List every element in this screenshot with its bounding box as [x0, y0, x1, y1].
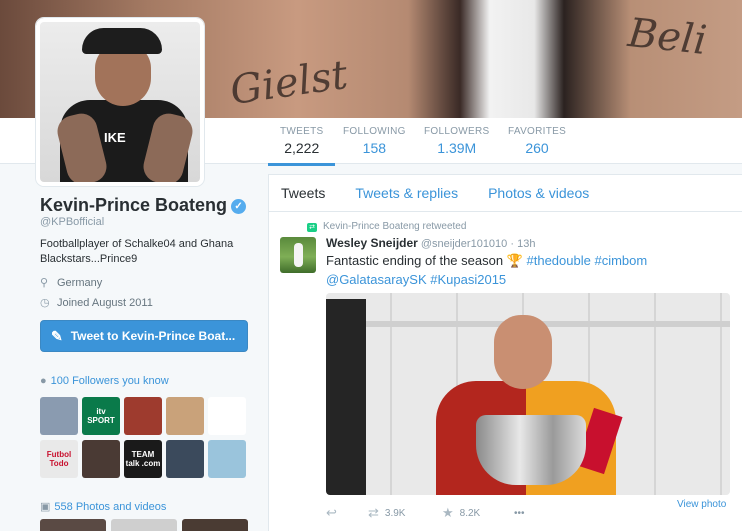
retweet-icon: ⇄ [368, 505, 379, 520]
follower-avatar[interactable]: TEAM talk .com [124, 440, 162, 478]
followers-you-know-label: 100 Followers you know [50, 375, 169, 387]
favorite-count: 8.2K [459, 507, 481, 519]
reply-button[interactable]: ↩ [326, 505, 368, 521]
stat-tweets[interactable]: TWEETS 2,222 [267, 126, 337, 166]
photo-thumb[interactable] [111, 519, 177, 531]
photo-thumb[interactable] [182, 519, 248, 531]
tweet-to-label: Tweet to Kevin-Prince Boat... [70, 329, 236, 343]
person-icon: ● [40, 375, 47, 387]
joined-text: Joined August 2011 [57, 297, 153, 309]
hashtag-link[interactable]: #cimbom [594, 253, 647, 268]
tweet-author-name[interactable]: Wesley Sneijder [326, 236, 418, 250]
retweet-context: ⇄ Kevin-Prince Boateng retweeted [307, 221, 466, 232]
banner-tattoo-right: Beli [625, 10, 709, 64]
photo-coat [326, 299, 366, 495]
follower-avatar[interactable] [82, 440, 120, 478]
location-pin-icon: ⚲ [40, 277, 49, 289]
stat-value: 2,222 [284, 140, 320, 156]
compose-icon: ✎ [51, 327, 63, 344]
tweet-text: Fantastic ending of the season 🏆 #thedou… [326, 251, 736, 289]
retweet-button[interactable]: ⇄ 3.9K [368, 505, 442, 521]
profile-joined: ◷ Joined August 2011 [40, 296, 153, 309]
stat-value: 260 [525, 140, 549, 156]
photo-thumb[interactable] [40, 519, 106, 531]
timeline-tabs: Tweets Tweets & replies Photos & videos [269, 175, 742, 212]
stat-favorites[interactable]: FAVORITES 260 [508, 126, 566, 156]
tweet-text-plain: Fantastic ending of the season [326, 253, 507, 268]
profile-handle[interactable]: @KPBofficial [40, 216, 104, 228]
avatar-shirt-logo: IKE [104, 130, 126, 145]
verified-badge-icon: ✓ [231, 199, 247, 214]
tweet-author-handle[interactable]: @sneijder101010 [421, 238, 507, 250]
follower-avatar[interactable] [166, 440, 204, 478]
photos-videos-label: 558 Photos and videos [54, 501, 167, 513]
follower-avatar-text: Futbol Todo [46, 450, 72, 468]
more-icon: ••• [514, 507, 525, 519]
hashtag-link[interactable]: #thedouble [527, 253, 591, 268]
follower-avatar[interactable] [124, 397, 162, 435]
tweet-to-button[interactable]: ✎ Tweet to Kevin-Prince Boat... [40, 320, 248, 352]
followers-you-know-grid: itv SPORT Futbol Todo TEAM talk .com [40, 397, 250, 478]
stat-label: FAVORITES [508, 126, 567, 137]
follower-avatar[interactable] [208, 397, 246, 435]
tweet-photo[interactable] [326, 293, 730, 495]
mention-link[interactable]: @GalatasaraySK [326, 272, 427, 287]
view-photo-link[interactable]: View photo [677, 499, 726, 510]
tab-tweets[interactable]: Tweets [281, 185, 325, 201]
photos-strip [40, 519, 248, 531]
profile-avatar[interactable]: IKE [36, 18, 204, 186]
star-icon: ★ [442, 505, 454, 520]
profile-name-text: Kevin-Prince Boateng [40, 195, 228, 215]
follower-avatar[interactable] [166, 397, 204, 435]
profile-location: ⚲ Germany [40, 276, 102, 289]
photo-trophy [476, 415, 586, 485]
profile-bio: Footballplayer of Schalke04 and Ghana Bl… [40, 238, 234, 265]
tweet-time[interactable]: · 13h [510, 238, 535, 250]
stat-label: TWEETS [280, 126, 324, 137]
tweet-actions: ↩ ⇄ 3.9K ★ 8.2K ••• [326, 505, 525, 521]
stat-label: FOLLOWING [343, 126, 406, 137]
stat-value: 1.39M [437, 140, 477, 156]
follower-avatar-text: itv SPORT [87, 407, 115, 425]
followers-you-know-link[interactable]: ● 100 Followers you know [40, 375, 169, 387]
stat-value: 158 [362, 140, 387, 156]
retweeted-by-text[interactable]: Kevin-Prince Boateng retweeted [323, 221, 466, 232]
trophy-icon: 🏆 [506, 253, 523, 268]
tweet-header: Wesley Sneijder @sneijder101010 · 13h [326, 236, 535, 250]
location-text: Germany [57, 277, 103, 289]
retweet-icon: ⇄ [307, 223, 317, 232]
follower-avatar[interactable] [208, 440, 246, 478]
banner-tattoo-left: Gielst [227, 52, 351, 114]
follower-avatar[interactable]: itv SPORT [82, 397, 120, 435]
tab-photos-videos[interactable]: Photos & videos [488, 185, 589, 201]
reply-icon: ↩ [326, 505, 337, 520]
calendar-icon: ◷ [40, 297, 50, 309]
follower-avatar[interactable]: Futbol Todo [40, 440, 78, 478]
stat-followers[interactable]: FOLLOWERS 1.39M [424, 126, 490, 156]
profile-name[interactable]: Kevin-Prince Boateng ✓ [40, 195, 247, 216]
photos-videos-link[interactable]: ▣ 558 Photos and videos [40, 500, 166, 513]
tab-tweets-replies[interactable]: Tweets & replies [355, 185, 458, 201]
tweet-author-avatar[interactable] [280, 237, 316, 273]
stat-label: FOLLOWERS [424, 126, 490, 137]
stat-following[interactable]: FOLLOWING 158 [343, 126, 406, 156]
follower-avatar[interactable] [40, 397, 78, 435]
more-button[interactable]: ••• [514, 508, 525, 519]
favorite-button[interactable]: ★ 8.2K [442, 505, 514, 521]
avatar-cap [82, 28, 162, 54]
camera-icon: ▣ [40, 501, 51, 513]
retweet-count: 3.9K [384, 507, 406, 519]
follower-avatar-text: TEAM talk .com [125, 450, 161, 468]
timeline: Tweets Tweets & replies Photos & videos … [268, 174, 742, 531]
photo-player-head [494, 315, 552, 389]
hashtag-link[interactable]: #Kupasi2015 [430, 272, 506, 287]
